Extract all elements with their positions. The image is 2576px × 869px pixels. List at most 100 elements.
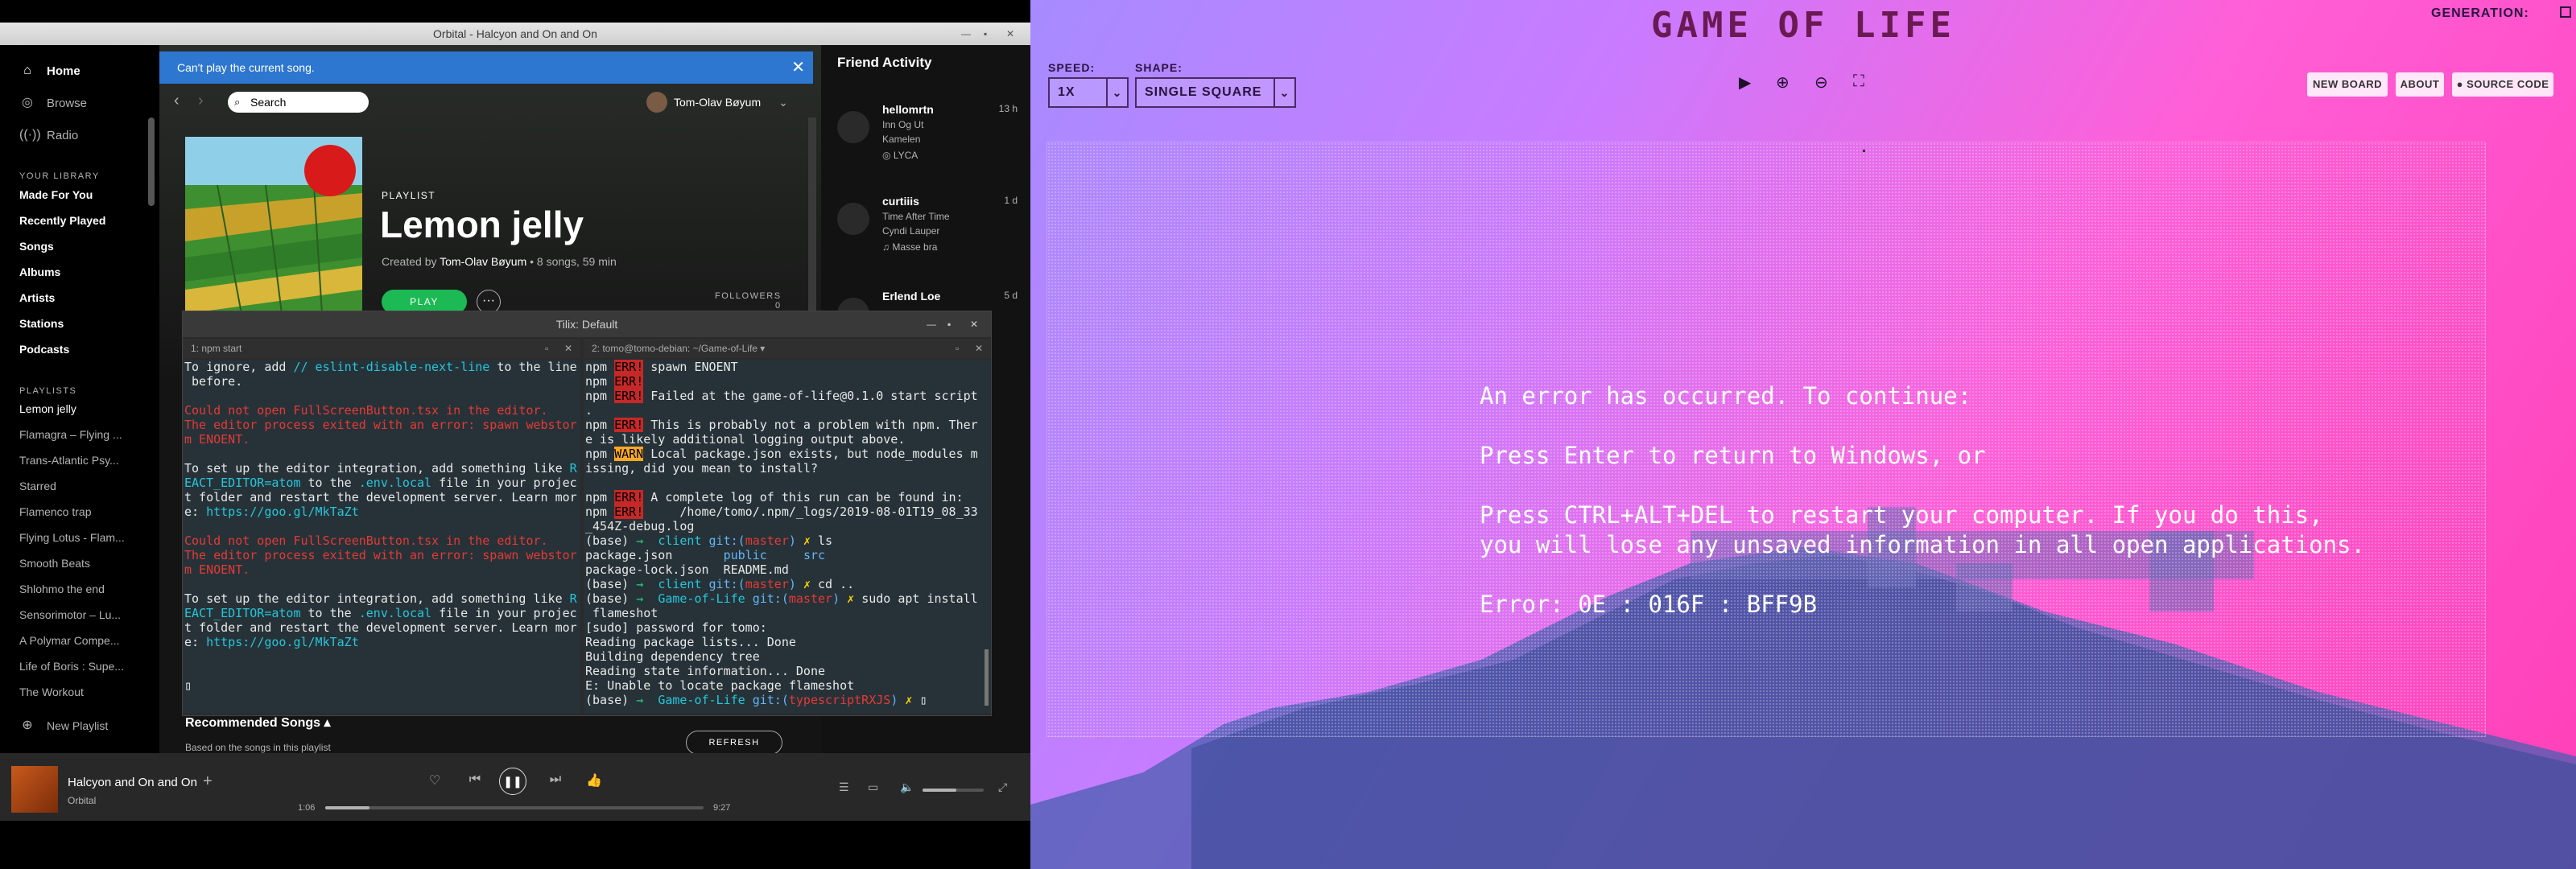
- devices-icon[interactable]: ▭: [868, 780, 878, 794]
- close-pane-icon[interactable]: ✕: [975, 339, 983, 358]
- now-playing-artist[interactable]: Orbital: [68, 795, 96, 806]
- terminal-text: EACT_EDITOR=atom: [184, 606, 301, 620]
- terminal-line: .: [585, 403, 989, 418]
- minimize-button[interactable]: —: [961, 23, 971, 45]
- pane1-header[interactable]: 1: npm start ▫ ✕: [183, 339, 580, 358]
- terminal-text: Reading state information... Done: [585, 664, 826, 678]
- terminal-text: package-lock.json README.md: [585, 562, 789, 577]
- library-stations[interactable]: Stations: [19, 317, 132, 330]
- playlists-heading: PLAYLISTS: [19, 386, 77, 396]
- volume-icon[interactable]: 🔈: [900, 780, 914, 794]
- maximize-pane-icon[interactable]: ▫: [545, 339, 548, 358]
- playlist-item[interactable]: A Polymar Compe...: [19, 634, 132, 647]
- close-icon[interactable]: ✕: [791, 51, 805, 84]
- user-menu[interactable]: Tom-Olav Bøyum ⌄: [646, 92, 788, 113]
- terminal-text: ls: [818, 533, 833, 548]
- playlist-item[interactable]: Lemon jelly: [19, 402, 132, 415]
- playlist-item[interactable]: Trans-Atlantic Psy...: [19, 454, 132, 467]
- forward-icon[interactable]: ›: [198, 92, 204, 110]
- terminal-line: m ENOENT.: [184, 562, 579, 577]
- friend-artist: Cyndi Lauper: [882, 225, 940, 237]
- nav-radio[interactable]: ((·)) Radio: [19, 127, 78, 143]
- playlist-item[interactable]: The Workout: [19, 686, 132, 698]
- terminal-text: [sudo] password for tomo:: [585, 620, 767, 635]
- error-banner: Can't play the current song. ✕: [159, 51, 813, 84]
- library-recently-played[interactable]: Recently Played: [19, 214, 132, 227]
- thumbs-up-icon[interactable]: 👍: [584, 772, 604, 789]
- playlist-item[interactable]: Shlohmo the end: [19, 583, 132, 595]
- terminal-text: ): [788, 533, 803, 548]
- pane2-title: 2: tomo@tomo-debian: ~/Game-of-Life: [592, 343, 758, 354]
- library-podcasts[interactable]: Podcasts: [19, 343, 132, 356]
- maximize-button[interactable]: ▪: [947, 311, 951, 337]
- playlist-item[interactable]: Flamagra – Flying ...: [19, 428, 132, 441]
- terminal-pane-1[interactable]: To ignore, add // eslint-disable-next-li…: [183, 360, 580, 714]
- shape-select[interactable]: SINGLE SQUARE ⌄: [1135, 77, 1296, 108]
- library-songs[interactable]: Songs: [19, 240, 132, 253]
- nav-home[interactable]: ⌂ Home: [19, 63, 80, 79]
- playlist-item[interactable]: Sensorimotor – Lu...: [19, 608, 132, 621]
- queue-icon[interactable]: ☰: [839, 780, 849, 794]
- now-playing-title[interactable]: Halcyon and On and On: [68, 776, 197, 789]
- add-icon[interactable]: +: [203, 772, 213, 791]
- zoom-in-icon[interactable]: ⊕: [1776, 72, 1790, 93]
- terminal-text: e:: [184, 635, 207, 649]
- close-button[interactable]: ✕: [1006, 23, 1014, 45]
- prev-icon[interactable]: ⏮: [465, 772, 485, 787]
- library-made-for-you[interactable]: Made For You: [19, 188, 132, 201]
- now-playing-cover[interactable]: [11, 766, 58, 813]
- terminal-pane-2[interactable]: npm ERR! spawn ENOENT npm ERR! npm ERR! Fa…: [584, 360, 991, 714]
- maximize-button[interactable]: ▪: [984, 23, 987, 45]
- terminal-scrollbar[interactable]: [985, 649, 989, 706]
- search-icon: ⌕: [234, 96, 241, 108]
- refresh-button[interactable]: REFRESH: [686, 731, 782, 755]
- thumbs-down-icon[interactable]: ♡: [425, 772, 444, 789]
- minimize-button[interactable]: —: [927, 311, 936, 337]
- terminal-line: Reading package lists... Done: [585, 635, 989, 649]
- new-board-button[interactable]: NEW BOARD: [2307, 72, 2388, 97]
- back-icon[interactable]: ‹: [174, 92, 180, 110]
- speed-select[interactable]: 1X ⌄: [1048, 77, 1129, 108]
- playlist-item[interactable]: Starred: [19, 480, 132, 492]
- zoom-out-icon[interactable]: ⊖: [1814, 72, 1828, 93]
- next-icon[interactable]: ⏭: [546, 772, 565, 787]
- maximize-pane-icon[interactable]: ▫: [956, 339, 959, 358]
- top-bar: [0, 0, 1030, 23]
- nav-radio-label: Radio: [47, 128, 79, 142]
- playlist-item[interactable]: Flying Lotus - Flam...: [19, 531, 132, 544]
- new-playlist-button[interactable]: ⊕ New Playlist: [19, 718, 108, 734]
- sidebar-scrollbar[interactable]: [148, 117, 155, 206]
- new-playlist-label: New Playlist: [47, 719, 109, 732]
- terminal-line: flameshot: [585, 606, 989, 620]
- play-icon[interactable]: ▶: [1739, 72, 1751, 93]
- volume-slider[interactable]: [923, 789, 984, 792]
- tilix-title: Tilix: Default: [555, 318, 618, 331]
- volume-fill: [923, 789, 956, 792]
- library-albums[interactable]: Albums: [19, 266, 132, 278]
- terminal-line: e: https://goo.gl/MkTaZt: [184, 505, 579, 519]
- fit-icon[interactable]: ⛶: [1853, 72, 1864, 91]
- playlist-item[interactable]: Life of Boris : Supe...: [19, 660, 132, 673]
- source-code-button[interactable]: ● SOURCE CODE: [2452, 72, 2553, 97]
- nav-browse[interactable]: ◎ Browse: [19, 95, 87, 111]
- fullscreen-icon[interactable]: ⤢: [998, 780, 1007, 794]
- playlist-item[interactable]: Flamenco trap: [19, 505, 132, 518]
- close-button[interactable]: ✕: [970, 311, 978, 337]
- pane2-header[interactable]: 2: tomo@tomo-debian: ~/Game-of-Life ▾ ▫ ✕: [584, 339, 991, 358]
- chevron-down-icon: ⌄: [1274, 79, 1294, 106]
- search-input[interactable]: ⌕ Search: [228, 92, 369, 113]
- about-button[interactable]: ABOUT: [2396, 72, 2444, 97]
- playlist-owner[interactable]: Tom-Olav Bøyum: [440, 255, 526, 268]
- terminal-text: ERR!: [614, 389, 644, 403]
- terminal-line: t folder and restart the development ser…: [184, 490, 579, 505]
- progress-bar[interactable]: [325, 806, 704, 809]
- playlist-item[interactable]: Smooth Beats: [19, 557, 132, 570]
- terminal-line: EACT_EDITOR=atom to the .env.local file …: [184, 606, 579, 620]
- pause-button[interactable]: ❚❚: [499, 768, 526, 795]
- close-pane-icon[interactable]: ✕: [564, 339, 572, 358]
- nav-home-label: Home: [47, 64, 80, 78]
- library-artists[interactable]: Artists: [19, 291, 132, 304]
- terminal-text: Game-of-Life: [658, 693, 753, 707]
